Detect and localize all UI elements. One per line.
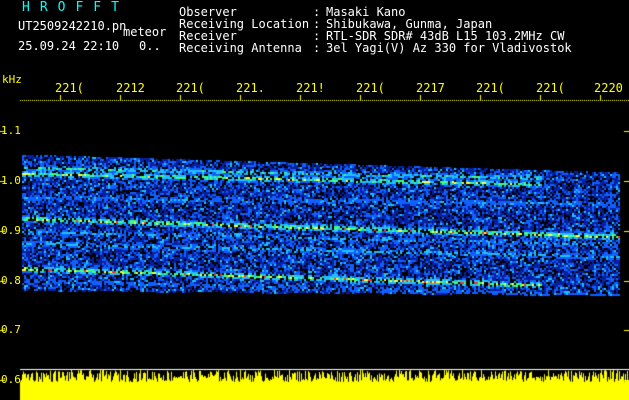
spectrogram-canvas <box>0 0 629 400</box>
x-tick-label: 2220 <box>594 82 623 94</box>
y-tick-label: 0.8 <box>1 274 21 287</box>
x-tick-label: 221( <box>356 82 384 94</box>
file-name: UT2509242210.pn <box>18 19 127 33</box>
meteor-label: meteor <box>123 25 167 39</box>
antenna-colon: : <box>313 41 321 55</box>
x-tick-label: 221. <box>236 82 264 94</box>
antenna-value: 3el Yagi(V) Az 330 for Vladivostok <box>326 41 572 55</box>
x-tick-label: 221! <box>296 82 324 94</box>
y-tick-label: 1.0 <box>1 174 21 187</box>
antenna-label: Receiving Antenna <box>179 41 302 55</box>
app-logo: HROFFT <box>22 0 129 15</box>
y-tick-label: 0.9 <box>1 224 21 237</box>
x-tick-label: 221( <box>176 82 204 94</box>
y-tick-label: 0.7 <box>1 323 21 336</box>
y-tick-label: 1.1 <box>1 124 21 137</box>
x-tick-label: 221( <box>476 82 504 94</box>
x-tick-label: 2217 <box>416 82 444 94</box>
capture-datetime: 25.09.24 22:10 <box>18 39 120 53</box>
x-tick-label: 221( <box>55 82 83 94</box>
y-axis-unit: kHz <box>2 73 22 86</box>
x-tick-label: 2212 <box>116 82 144 94</box>
y-tick-label: 0.6 <box>1 373 21 386</box>
x-tick-label: 221( <box>536 82 564 94</box>
meteor-count: 0.. <box>139 39 161 53</box>
